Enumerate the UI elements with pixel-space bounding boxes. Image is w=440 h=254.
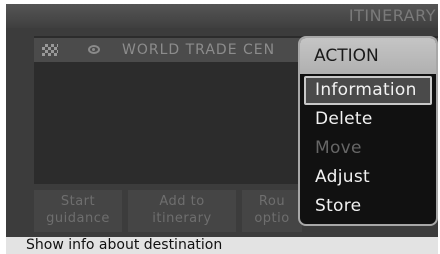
status-bar: Show info about destination	[6, 237, 438, 254]
menu-item-store[interactable]: Store	[304, 192, 432, 221]
app-title: ITINERARY	[348, 6, 436, 25]
route-options-button[interactable]: Rou optio	[242, 190, 302, 232]
destination-name: WORLD TRADE CEN	[122, 42, 276, 58]
add-to-itinerary-label-line2: itinerary	[152, 211, 212, 226]
menu-item-delete[interactable]: Delete	[304, 105, 432, 134]
route-options-label-line1: Rou	[258, 194, 286, 209]
add-to-itinerary-button[interactable]: Add to itinerary	[128, 190, 236, 232]
menu-item-move: Move	[315, 138, 362, 158]
menu-item-adjust[interactable]: Adjust	[304, 163, 432, 192]
start-guidance-label-line2: guidance	[46, 211, 110, 226]
start-guidance-label-line1: Start	[60, 194, 96, 209]
eye-icon	[88, 45, 100, 54]
checkered-flag-icon	[42, 44, 58, 56]
action-menu: ACTION Information Delete Move Adjust St…	[298, 36, 438, 226]
menu-title: ACTION	[300, 38, 436, 74]
start-guidance-button[interactable]: Start guidance	[34, 190, 122, 232]
add-to-itinerary-label-line1: Add to	[159, 194, 205, 209]
title-bar: ITINERARY	[6, 4, 438, 28]
route-options-label-line2: optio	[254, 211, 290, 226]
menu-item-information[interactable]: Information	[304, 76, 432, 105]
